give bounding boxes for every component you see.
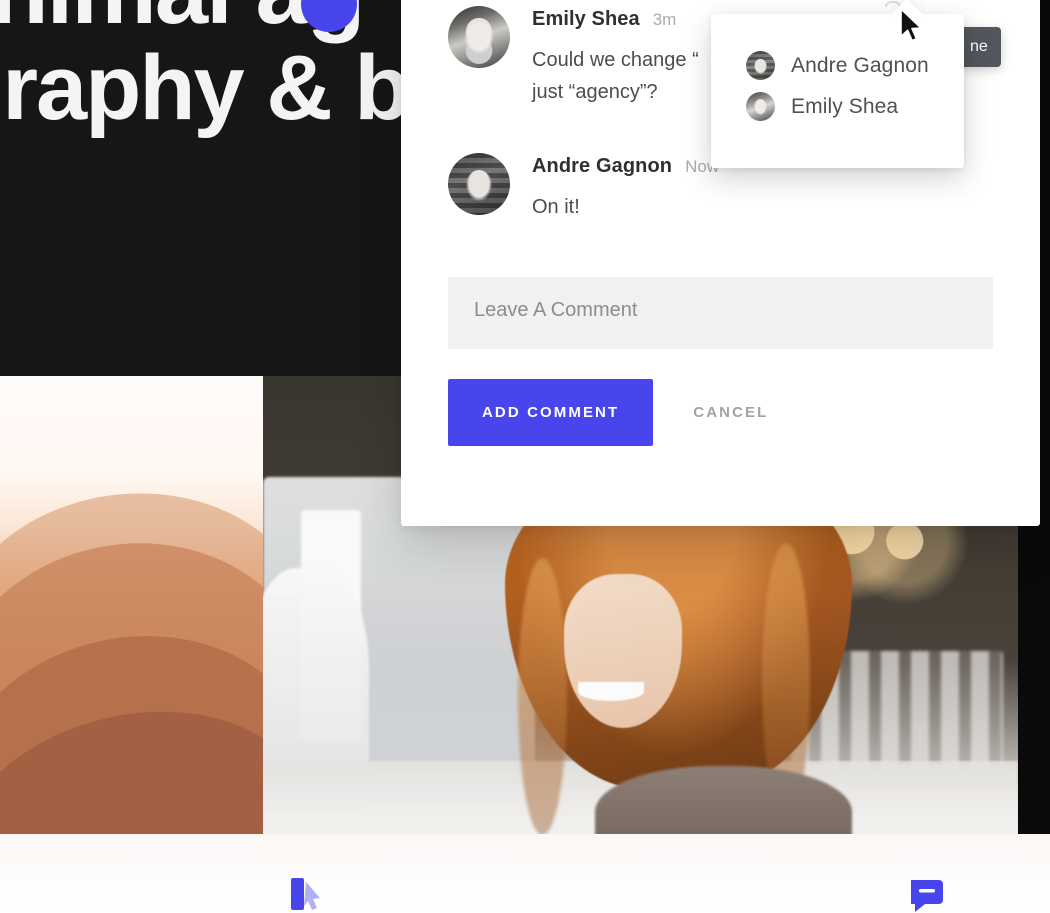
cancel-button[interactable]: CANCEL xyxy=(693,404,768,421)
comment-mark-icon[interactable] xyxy=(907,878,943,913)
sunset-mountain-ridge-photo xyxy=(0,376,263,834)
add-comment-button[interactable]: ADD COMMENT xyxy=(448,379,654,447)
mention-dropdown: Andre Gagnon Emily Shea xyxy=(711,0,964,168)
comment-text: Could we change “ just “agency”? xyxy=(532,44,699,109)
andre-gagnon-avatar xyxy=(448,152,510,215)
comment-content: Andre Gagnon Now On it! xyxy=(532,153,719,223)
emily-shea-avatar xyxy=(746,92,775,121)
comment-author: Emily Shea xyxy=(532,8,640,30)
woman-hair-strand xyxy=(518,558,568,834)
cursor-mark-icon[interactable] xyxy=(291,878,321,913)
screenshot-stage: minimal ag graphy & bea xyxy=(0,0,1050,913)
mention-option-andre-gagnon[interactable]: Andre Gagnon xyxy=(711,45,964,86)
page-footer-strip xyxy=(0,834,1050,913)
andre-gagnon-avatar xyxy=(746,51,775,80)
mention-option-emily-shea[interactable]: Emily Shea xyxy=(711,86,964,127)
comment-author: Andre Gagnon xyxy=(532,154,673,177)
comment-text-line-2: just “agency”? xyxy=(532,81,658,104)
comment-text-line-1: Could we change “ xyxy=(532,49,699,71)
comment-text: On it! xyxy=(532,195,580,218)
emily-shea-avatar xyxy=(448,6,510,68)
comment-header: Andre Gagnon Now xyxy=(532,155,719,178)
comment-timestamp: 3m xyxy=(652,10,677,29)
woman-smile xyxy=(577,681,644,701)
mention-option-label: Emily Shea xyxy=(791,94,899,118)
mention-option-label: Andre Gagnon xyxy=(791,53,929,77)
comment-actions: ADD COMMENT CANCEL xyxy=(448,379,993,447)
comment-header: Emily Shea 3m xyxy=(532,8,699,31)
comment-input[interactable] xyxy=(448,277,993,350)
comment-content: Emily Shea 3m Could we change “ just “ag… xyxy=(532,6,699,109)
